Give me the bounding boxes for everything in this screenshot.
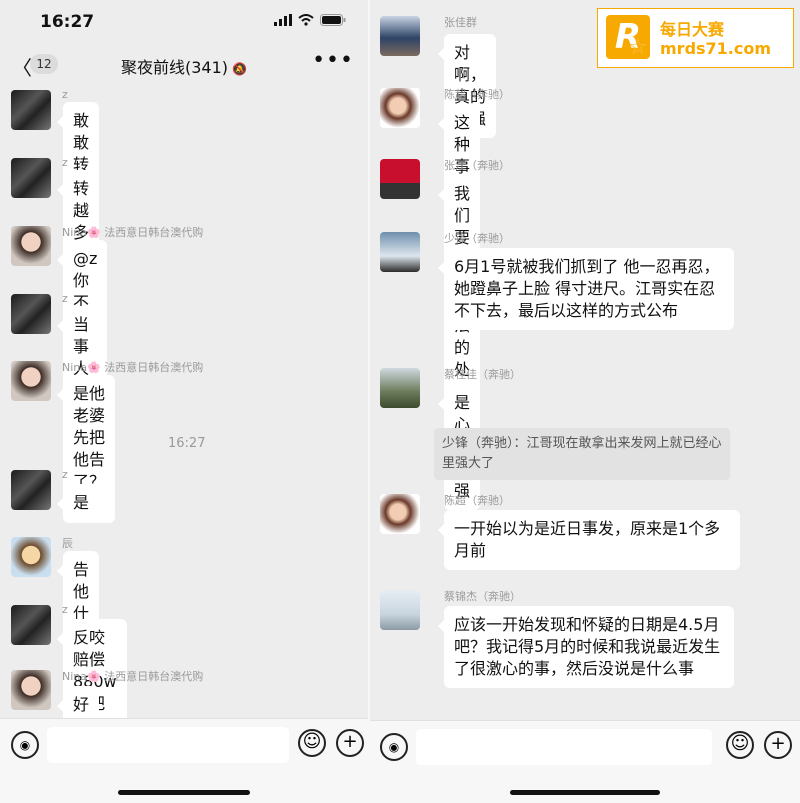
quoted-message[interactable]: 少锋（奔驰）：江哥现在敢拿出来发网上就已经心里强大了 [434,428,730,480]
avatar[interactable] [380,590,420,630]
plus-icon[interactable]: + [764,731,792,759]
emoji-icon[interactable]: ☺ [298,729,326,757]
avatar[interactable] [380,16,420,56]
sender-name: 辰 [62,537,73,550]
avatar[interactable] [11,605,51,645]
wifi-icon [298,14,314,26]
avatar[interactable] [380,159,420,199]
sender-name: Nina🌸 法西意日韩台澳代购 [62,361,204,374]
sender-name: z [62,156,68,169]
avatar[interactable] [11,361,51,401]
plus-icon[interactable]: + [336,729,364,757]
avatar[interactable] [11,226,51,266]
status-icons [274,14,346,26]
chat-title-text: 聚夜前线(341) [121,58,229,77]
home-indicator [510,790,660,795]
signal-icon [274,14,292,26]
sender-name: 蔡桂佳（奔驰） [444,368,521,381]
avatar[interactable] [11,537,51,577]
sender-name: z [62,468,68,481]
input-bar: ◉ ☺ + [0,718,368,803]
sender-name: z [62,88,68,101]
message-bubble[interactable]: 是 [56,484,100,522]
battery-icon [320,14,346,26]
avatar[interactable] [380,494,420,534]
mute-icon: 🔕 [232,62,247,76]
message-bubble[interactable]: 应该一开始发现和怀疑的日期是4.5月吧？我记得5月的时候和我说最近发生了很激心的… [438,606,734,688]
emoji-icon[interactable]: ☺ [726,731,754,759]
more-icon[interactable]: ••• [312,48,354,73]
sender-name: z [62,603,68,616]
sender-name: 陈超（奔驰） [444,494,510,507]
input-bar: ◉ ☺ + [370,720,800,803]
chat-navbar: 〈 12 聚夜前线(341) 🔕 ••• [0,44,368,86]
message-input[interactable] [47,727,289,763]
avatar[interactable] [11,158,51,198]
sender-name: 张江（奔驰） [444,159,510,172]
sender-name: Nina🌸 法西意日韩台澳代购 [62,226,204,239]
avatar[interactable] [380,368,420,408]
logo-url: mrds71.com [660,39,772,58]
avatar[interactable] [380,232,420,272]
timestamp: 16:27 [168,436,206,451]
sender-name: 陈超（奔驰） [444,88,510,101]
sender-name: 少锋（奔驰） [444,232,510,245]
avatar[interactable] [11,470,51,510]
message-bubble[interactable]: 一开始以为是近日事发，原来是1个多月前 [438,510,740,570]
voice-icon[interactable]: ◉ [11,731,39,759]
watermark-logo: R ☆ 每日大赛 mrds71.com [597,8,794,68]
sender-name: Nina🌸 法西意日韩台澳代购 [62,670,204,683]
logo-title: 每日大赛 [660,20,725,39]
star-icon: ☆ [628,35,648,60]
avatar[interactable] [380,88,420,128]
voice-icon[interactable]: ◉ [380,733,408,761]
message-input[interactable] [416,729,712,765]
status-time: 16:27 [40,12,95,32]
avatar[interactable] [11,294,51,334]
message-bubble[interactable]: 6月1号就被我们抓到了 他一忍再忍，她蹬鼻子上脸 得寸进尺。江哥实在忍不下去，最… [438,248,734,330]
status-bar: 16:27 [0,0,368,44]
sender-name: z [62,292,68,305]
left-chat-screen: 16:27 〈 12 聚夜前线(341)🔕 ••• z 敢敢转 z 转越多越好 … [0,0,368,803]
sender-name: 蔡锦杰（奔驰） [444,590,521,603]
avatar[interactable] [11,670,51,710]
right-chat-screen: 张佳群 对啊，真的很强 陈超（奔驰） 这种事面头够热 张江（奔驰） 我们要正规合… [370,0,800,803]
avatar[interactable] [11,90,51,130]
sender-name: 张佳群 [444,16,477,29]
home-indicator [118,790,250,795]
